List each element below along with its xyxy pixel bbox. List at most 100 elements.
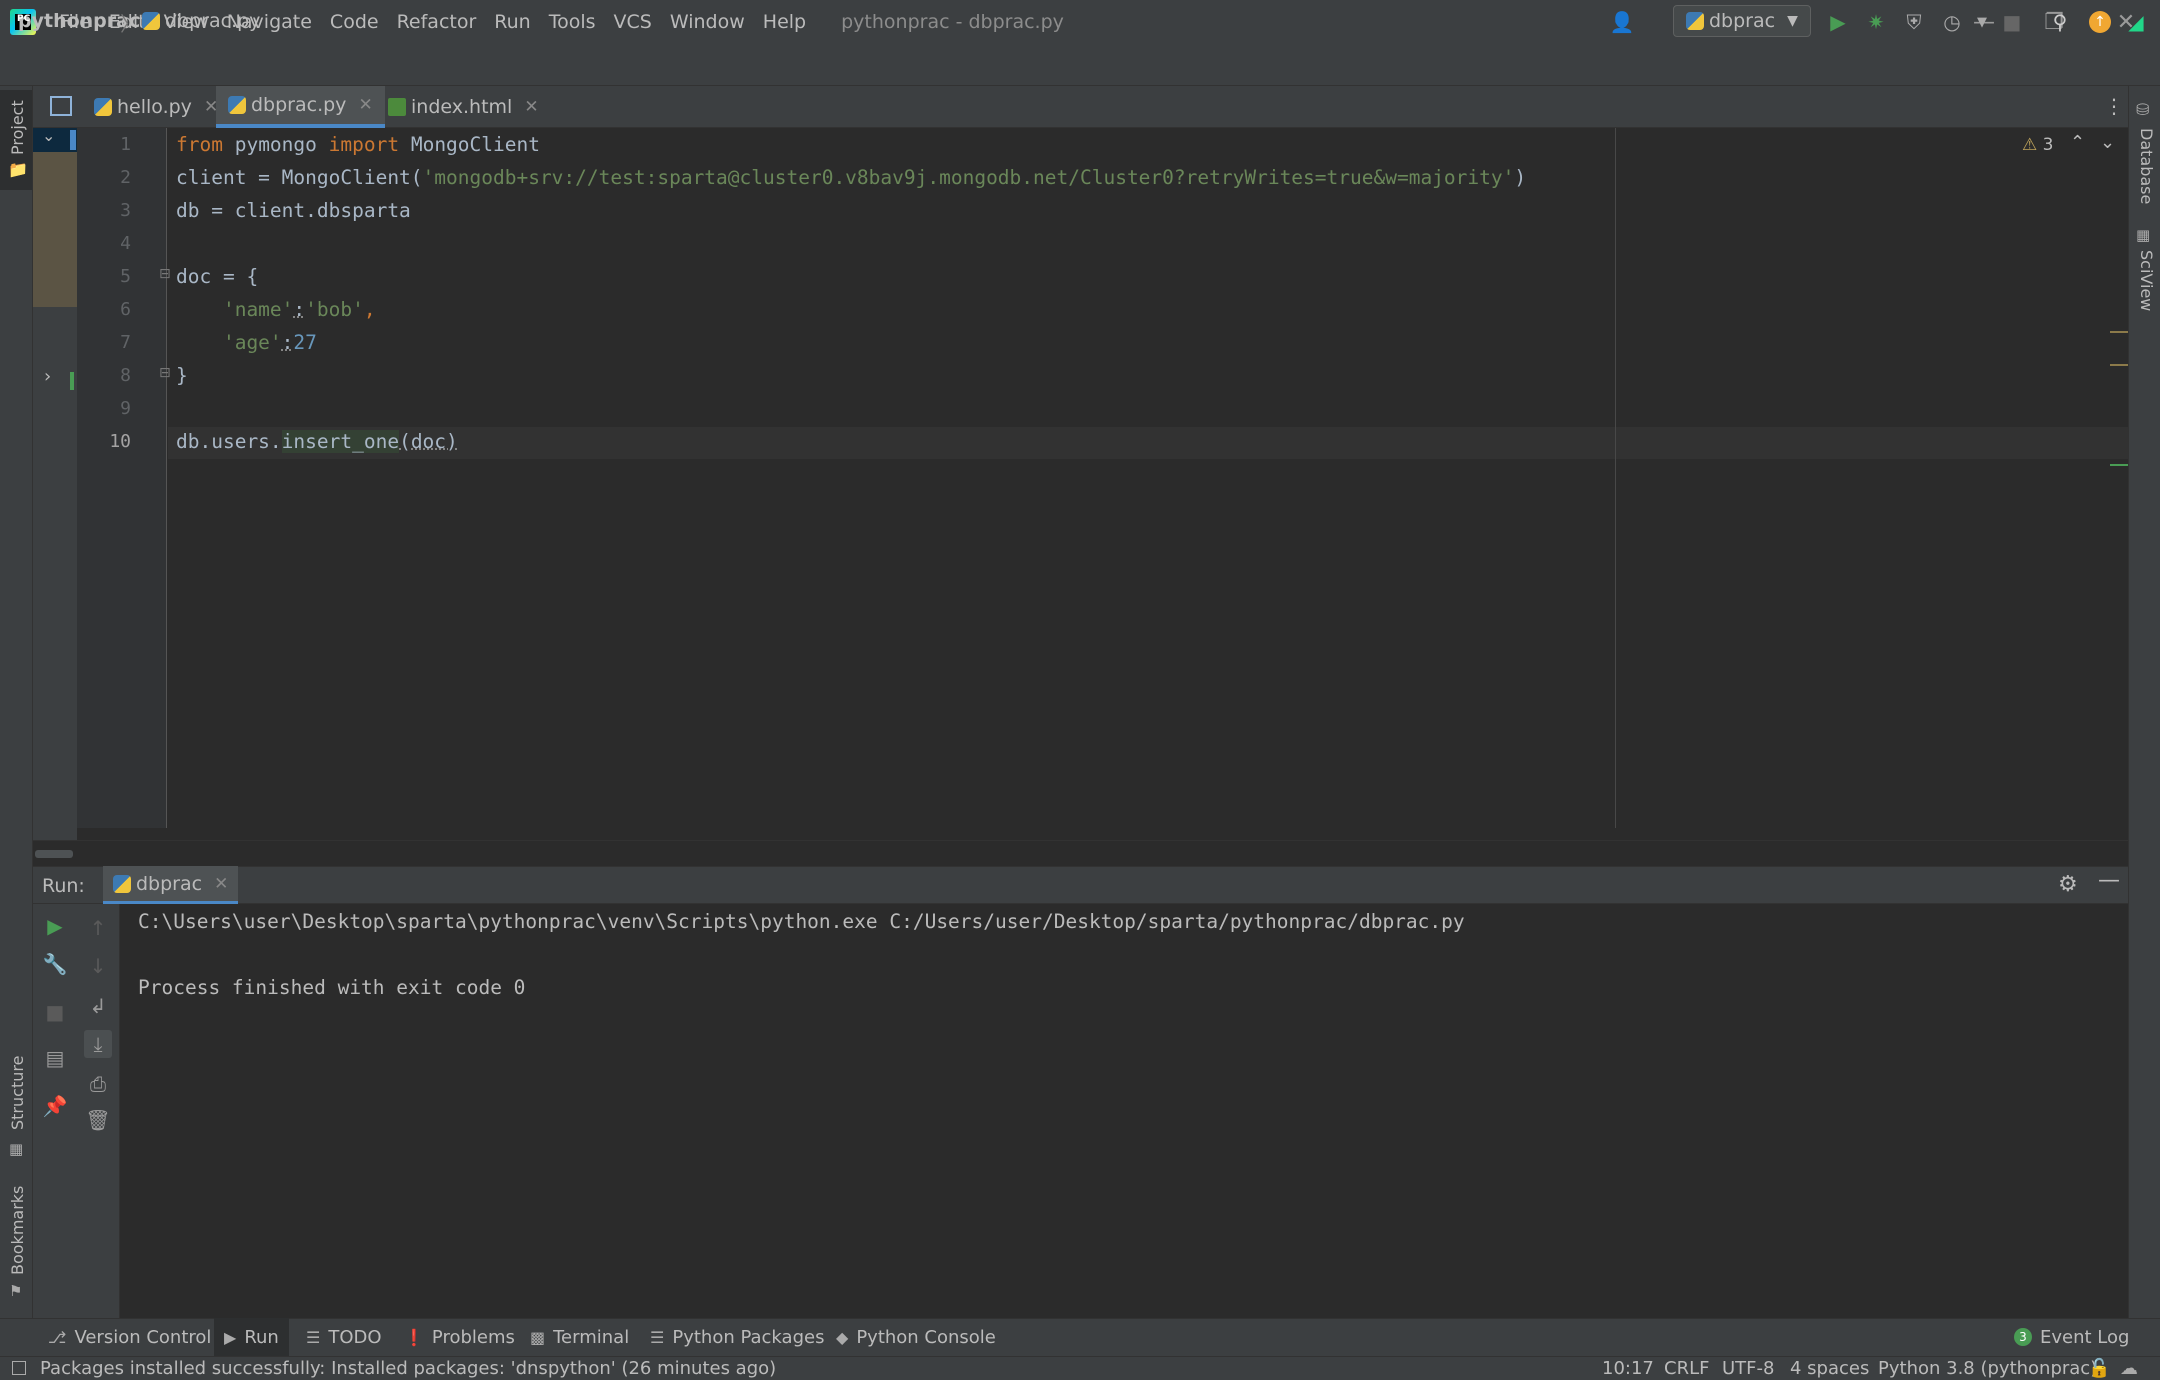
stop-icon[interactable]: ■ [2000, 10, 2024, 34]
line-number: 3 [120, 200, 131, 221]
menu-window[interactable]: Window [661, 11, 754, 33]
tab-problems[interactable]: ❗ Problems [404, 1318, 515, 1356]
scroll-to-end-icon[interactable]: ⤓ [84, 1030, 112, 1058]
debug-icon[interactable]: ✷ [1864, 10, 1888, 34]
run-icon[interactable]: ▶ [1826, 10, 1850, 34]
tab-python-packages[interactable]: ☰ Python Packages [650, 1318, 824, 1356]
tab-python-console[interactable]: ◆ Python Console [836, 1318, 996, 1356]
rerun-icon[interactable]: ▶ [41, 912, 69, 940]
more-tabs-icon[interactable]: ⋮ [2104, 94, 2124, 118]
breadcrumb-file[interactable]: dbprac.py [142, 10, 260, 32]
caret-position[interactable]: 10:17 [1602, 1356, 1654, 1380]
sciview-tool-label[interactable]: SciView [2137, 250, 2156, 311]
fold-icon[interactable]: ⊟ [159, 266, 171, 282]
coverage-icon[interactable]: ⛨ [1902, 10, 1926, 34]
editor-horizontal-scrollbar[interactable] [33, 840, 2128, 864]
profile-icon[interactable]: ◷ [1940, 10, 1964, 34]
tab-index-html[interactable]: index.html ✕ [376, 86, 551, 128]
change-stripe-marker[interactable] [2110, 464, 2128, 466]
fold-icon[interactable]: ⊟ [159, 365, 171, 381]
bookmarks-tool-label[interactable]: Bookmarks [8, 1186, 27, 1275]
right-margin-guide [1615, 128, 1616, 828]
inspection-widget[interactable]: ⚠ 3 [2022, 135, 2053, 155]
python-icon [113, 874, 131, 893]
more-run-options-icon[interactable]: ▼ [1970, 10, 1994, 34]
tab-todo[interactable]: ☰ TODO [306, 1318, 382, 1356]
tab-terminal[interactable]: ▩ Terminal [530, 1318, 629, 1356]
terminal-icon: ▩ [530, 1327, 546, 1347]
tab-dbprac-py[interactable]: dbprac.py ✕ [216, 86, 385, 128]
run-console-output[interactable] [120, 904, 2128, 1318]
file-encoding[interactable]: UTF-8 [1722, 1356, 1774, 1380]
breadcrumb-separator-icon: 〉 [120, 12, 140, 36]
python-interpreter[interactable]: Python 3.8 (pythonprac) [1878, 1356, 2097, 1380]
run-tab-dbprac[interactable]: dbprac ✕ [103, 866, 239, 904]
hide-panel-icon[interactable]: — [2098, 868, 2120, 893]
line-separator[interactable]: CRLF [1664, 1356, 1709, 1380]
chevron-down-icon: ▼ [1787, 13, 1798, 29]
code-line: client = MongoClient('mongodb+srv://test… [176, 166, 1527, 189]
update-icon[interactable]: ↑ [2088, 10, 2112, 34]
pin-icon[interactable]: 📌 [41, 1092, 69, 1120]
line-number: 10 [109, 431, 131, 452]
project-view-icon[interactable] [50, 96, 72, 116]
run-configuration-dropdown[interactable]: dbprac ▼ [1673, 5, 1811, 37]
database-tool-label[interactable]: Database [2137, 128, 2156, 204]
chevron-right-icon[interactable]: › [44, 366, 51, 387]
close-icon[interactable]: ✕ [524, 97, 538, 117]
trash-icon[interactable]: 🗑 [84, 1106, 112, 1134]
chevron-down-icon[interactable]: ⌄ [2100, 132, 2115, 153]
chevron-down-icon[interactable]: ⌄ [42, 126, 55, 145]
project-tool-label[interactable]: Project [8, 100, 27, 155]
run-panel-header [33, 866, 2128, 904]
panel-toggle-icon[interactable] [12, 1361, 26, 1375]
chevron-up-icon[interactable]: ⌃ [2070, 132, 2085, 153]
line-number: 7 [120, 332, 131, 353]
stop-icon[interactable]: ■ [41, 998, 69, 1026]
lock-icon[interactable]: 🔓 [2088, 1356, 2110, 1380]
menu-run[interactable]: Run [485, 11, 539, 33]
database-icon: ⛁ [2136, 100, 2150, 119]
indent-setting[interactable]: 4 spaces [1790, 1356, 1869, 1380]
navigation-bar [0, 44, 2160, 86]
print-icon[interactable]: ⎙ [84, 1070, 112, 1098]
gear-icon[interactable]: ⚙ [2058, 872, 2078, 897]
code-line: } [176, 364, 188, 387]
html-file-icon [388, 98, 406, 116]
menu-vcs[interactable]: VCS [605, 11, 661, 33]
warning-stripe-marker[interactable] [2110, 364, 2128, 366]
structure-tool-label[interactable]: Structure [8, 1056, 27, 1130]
account-icon[interactable]: 👤 [1610, 10, 1635, 34]
warning-stripe-marker[interactable] [2110, 331, 2128, 333]
close-icon[interactable]: ✕ [214, 874, 228, 894]
notifications-icon[interactable]: ☁ [2120, 1356, 2138, 1380]
layout-icon[interactable]: ▤ [41, 1044, 69, 1072]
status-message[interactable]: Packages installed successfully: Install… [12, 1356, 776, 1380]
tab-run[interactable]: ▶ Run [214, 1318, 289, 1356]
python-file-icon [94, 98, 112, 116]
tab-version-control[interactable]: ⎇ Version Control [48, 1318, 211, 1356]
search-icon[interactable]: ⚲ [2048, 10, 2072, 34]
menu-code[interactable]: Code [321, 11, 388, 33]
menu-tools[interactable]: Tools [540, 11, 605, 33]
tab-event-log[interactable]: 3 Event Log [2014, 1318, 2129, 1356]
arrow-up-icon[interactable]: ↑ [84, 914, 112, 942]
jetbrains-toolbox-icon[interactable]: ◢ [2124, 10, 2148, 34]
line-number-gutter: 1 2 3 4 5 6 7 8 9 10 ⊟ ⊟ [77, 128, 171, 828]
line-number: 8 [120, 365, 131, 386]
info-icon: ❗ [404, 1327, 424, 1347]
wrench-icon[interactable]: 🔧 [41, 950, 69, 978]
event-log-badge: 3 [2014, 1328, 2032, 1346]
code-editor[interactable] [168, 128, 2128, 828]
tab-hello-py[interactable]: hello.py ✕ [82, 86, 230, 128]
menu-help[interactable]: Help [754, 11, 815, 33]
code-line: doc = { [176, 265, 259, 288]
scrollbar-thumb[interactable] [35, 850, 73, 858]
code-line: from pymongo import MongoClient [176, 133, 540, 156]
soft-wrap-icon[interactable]: ↲ [84, 992, 112, 1020]
layers-icon: ☰ [650, 1327, 665, 1347]
close-icon[interactable]: ✕ [358, 95, 372, 115]
arrow-down-icon[interactable]: ↓ [84, 952, 112, 980]
bookmark-icon: ⚑ [9, 1282, 23, 1300]
menu-refactor[interactable]: Refactor [388, 11, 486, 33]
